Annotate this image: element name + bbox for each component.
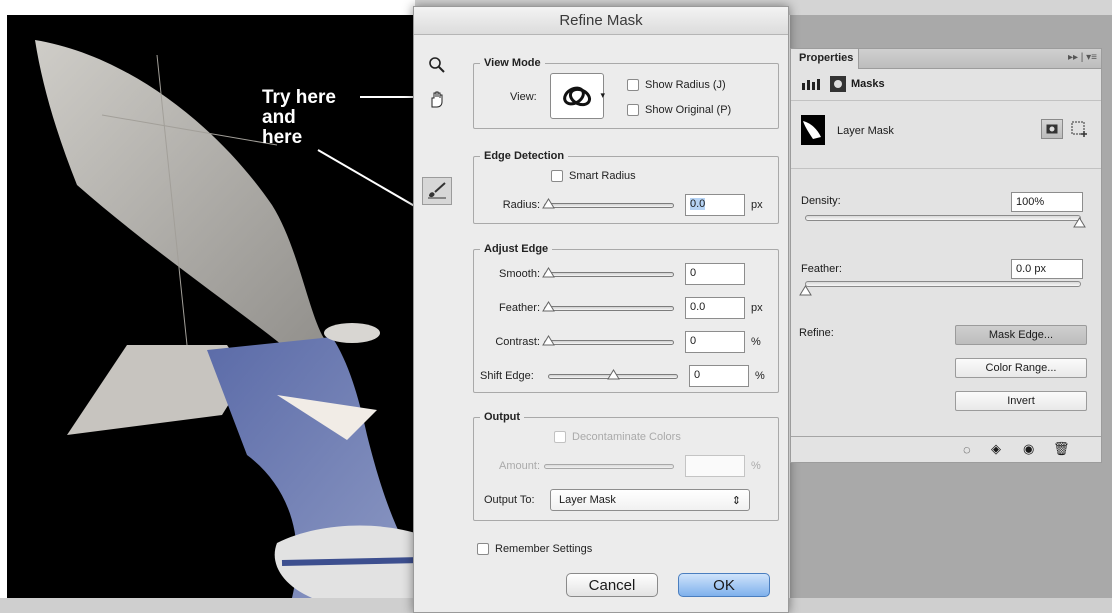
output-to-label: Output To: xyxy=(484,494,535,506)
invert-button[interactable]: Invert xyxy=(955,391,1087,411)
properties-tabbar: Properties ▸▸ | ▾≡ xyxy=(791,49,1101,69)
ok-button[interactable]: OK xyxy=(678,573,770,597)
radius-input[interactable]: 0.0 xyxy=(685,194,745,216)
amount-label: Amount: xyxy=(499,460,540,472)
feather-label: Feather: xyxy=(499,302,540,314)
edge-detection-legend: Edge Detection xyxy=(484,150,565,162)
view-label: View: xyxy=(510,91,537,103)
contrast-label: Contrast: xyxy=(495,336,540,348)
vector-mask-icon[interactable] xyxy=(1071,121,1089,139)
panel-menu-icon[interactable]: ▸▸ | ▾≡ xyxy=(1068,52,1097,63)
feather-thumb[interactable] xyxy=(799,285,812,296)
remember-settings-checkbox[interactable]: Remember Settings xyxy=(477,543,592,555)
amount-input[interactable] xyxy=(685,455,745,477)
slider-thumb[interactable] xyxy=(607,369,620,380)
smooth-slider[interactable] xyxy=(542,267,674,278)
pixel-mask-icon[interactable] xyxy=(1041,119,1063,139)
view-thumbnail-icon xyxy=(560,79,594,113)
radius-slider[interactable] xyxy=(542,198,674,209)
density-input[interactable]: 100% xyxy=(1011,192,1083,212)
view-mode-legend: View Mode xyxy=(484,57,541,69)
feather-row: Feather: 0.0 px xyxy=(484,297,763,319)
dialog-toolstrip xyxy=(422,51,458,211)
feather-input[interactable]: 0.0 px xyxy=(1011,259,1083,279)
masks-header: Masks xyxy=(791,69,1101,101)
shift-edge-input[interactable]: 0 xyxy=(689,365,749,387)
density-slider[interactable] xyxy=(805,215,1081,221)
radius-row: Radius: 0.0 px xyxy=(484,194,763,216)
apply-icon[interactable]: ◈ xyxy=(991,441,1001,457)
layer-mask-row: Layer Mask xyxy=(791,103,1101,169)
properties-panel: Properties ▸▸ | ▾≡ Masks Layer Mask Dens… xyxy=(790,48,1102,463)
output-to-select[interactable]: Layer Mask ⇕ xyxy=(550,489,750,511)
shift-edge-row: Shift Edge: 0 % xyxy=(480,365,765,387)
selection-icon[interactable]: ◌ xyxy=(963,442,971,457)
dropdown-arrow-icon: ▾ xyxy=(600,90,605,100)
mask-edge-button[interactable]: Mask Edge... xyxy=(955,325,1087,345)
slider-thumb[interactable] xyxy=(542,335,555,346)
tab-properties[interactable]: Properties xyxy=(791,49,859,69)
masks-title: Masks xyxy=(851,78,885,90)
dialog-title: Refine Mask xyxy=(414,7,788,35)
feather-label: Feather: xyxy=(801,263,842,275)
slider-thumb[interactable] xyxy=(542,267,555,278)
select-arrows-icon: ⇕ xyxy=(731,494,741,507)
density-thumb[interactable] xyxy=(1073,217,1086,228)
contrast-slider[interactable] xyxy=(542,335,674,346)
shift-edge-slider[interactable] xyxy=(548,369,678,380)
visibility-icon[interactable]: ◉ xyxy=(1023,441,1034,457)
radius-label: Radius: xyxy=(502,199,540,211)
adjustment-icon[interactable] xyxy=(801,77,823,91)
refine-mask-dialog: Refine Mask View Mode View: ▾ Show Radiu… xyxy=(413,6,789,613)
amount-unit: % xyxy=(751,460,761,472)
smooth-row: Smooth: 0 xyxy=(484,263,745,285)
show-original-checkbox[interactable]: Show Original (P) xyxy=(627,104,731,116)
zoom-icon[interactable] xyxy=(422,51,452,79)
slider-thumb[interactable] xyxy=(542,301,555,312)
output-to-row: Output To: Layer Mask ⇕ xyxy=(484,489,750,511)
contrast-unit: % xyxy=(751,336,761,348)
slider-thumb[interactable] xyxy=(542,198,555,209)
adjust-edge-legend: Adjust Edge xyxy=(484,243,549,255)
smart-radius-checkbox[interactable]: Smart Radius xyxy=(551,170,636,182)
feather-input[interactable]: 0.0 xyxy=(685,297,745,319)
view-mode-dropdown[interactable]: ▾ xyxy=(550,73,605,119)
output-legend: Output xyxy=(484,411,521,423)
shift-edge-label: Shift Edge: xyxy=(480,370,534,382)
amount-slider[interactable] xyxy=(544,462,674,470)
radius-unit: px xyxy=(751,199,763,211)
cancel-button[interactable]: Cancel xyxy=(566,573,658,597)
refine-brush-icon[interactable] xyxy=(422,177,452,205)
feather-unit: px xyxy=(751,302,763,314)
properties-footer: ◌ ◈ ◉ 🗑 xyxy=(791,436,1101,462)
shift-edge-unit: % xyxy=(755,370,765,382)
contrast-input[interactable]: 0 xyxy=(685,331,745,353)
smart-radius-box[interactable] xyxy=(551,170,563,182)
feather-slider[interactable] xyxy=(805,281,1081,287)
hand-icon[interactable] xyxy=(422,85,452,113)
smooth-input[interactable]: 0 xyxy=(685,263,745,285)
decontaminate-box[interactable] xyxy=(554,431,566,443)
trash-icon[interactable]: 🗑 xyxy=(1053,441,1070,457)
layer-mask-label: Layer Mask xyxy=(837,125,894,137)
smooth-label: Smooth: xyxy=(499,268,540,280)
show-original-box[interactable] xyxy=(627,104,639,116)
show-radius-checkbox[interactable]: Show Radius (J) xyxy=(627,79,726,91)
refine-label: Refine: xyxy=(799,327,834,339)
mask-icon[interactable] xyxy=(829,75,847,93)
show-radius-box[interactable] xyxy=(627,79,639,91)
remember-settings-box[interactable] xyxy=(477,543,489,555)
amount-row: Amount: % xyxy=(484,455,761,477)
feather-slider[interactable] xyxy=(542,301,674,312)
color-range-button[interactable]: Color Range... xyxy=(955,358,1087,378)
contrast-row: Contrast: 0 % xyxy=(484,331,761,353)
decontaminate-checkbox[interactable]: Decontaminate Colors xyxy=(554,431,681,443)
density-label: Density: xyxy=(801,195,841,207)
layer-mask-thumbnail[interactable] xyxy=(801,115,825,145)
